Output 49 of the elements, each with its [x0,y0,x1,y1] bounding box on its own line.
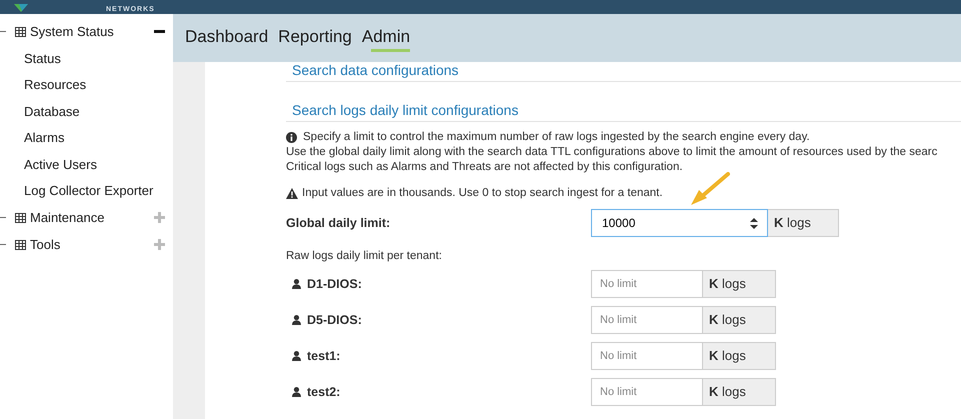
unit-label: K logs [703,378,776,406]
user-icon [292,279,301,289]
tree-line [0,217,6,220]
spinner-icon[interactable] [750,218,758,229]
tree-group-item[interactable]: Maintenance [0,204,173,231]
info-text: Specify a limit to control the maximum number of raw logs ingested by the search engine every day. [303,130,810,145]
sidebar-item[interactable]: Active Users [0,151,173,178]
warning-text: Input values are in thousands. Use 0 to stop search ingest for a tenant. [302,186,663,201]
sidebar-item[interactable]: Database [0,98,173,124]
limit-input[interactable]: No limit [591,270,703,298]
user-icon [292,387,301,397]
tenant-label: test2: [307,384,340,401]
field-label: Global daily limit: [286,214,392,232]
tree-line [0,31,6,34]
section-heading: Search logs daily limit configurations [286,102,961,122]
tenant-label: D5-DIOS: [307,312,362,329]
number-input[interactable]: 10000 [591,209,768,237]
nav-tab[interactable]: Reporting [278,24,352,52]
user-icon [292,315,301,325]
subheading: Raw logs daily limit per tenant: [286,249,443,264]
tenant-label: test1: [307,348,340,365]
grid-icon [15,212,26,222]
info-icon [286,132,297,143]
limit-input[interactable]: No limit [591,378,703,406]
tree-line [0,244,6,246]
section-heading: Search data configurations [286,62,961,82]
logo-icon [14,4,28,12]
tree-group-item[interactable]: Tools [0,231,173,258]
info-text: Critical logs such as Alarms and Threats are not affected by this configuration. [286,160,683,175]
grid-icon [15,240,26,250]
unit-label: K logs [703,306,776,334]
grid-icon [15,26,26,36]
nav-tab[interactable]: Dashboard [185,24,268,52]
user-icon [292,351,301,361]
sidebar-item[interactable]: Alarms [0,124,173,151]
annotation-arrow [690,172,730,206]
unit-label: K logs [703,342,776,370]
sidebar-item[interactable]: Status [0,45,173,72]
unit-label: K logs [703,270,776,298]
tenant-label: D1-DIOS: [307,276,362,293]
limit-input[interactable]: No limit [591,342,703,370]
info-text: Use the global daily limit along with the search data TTL configurations above to limit the amount of resources used by the searc [286,145,938,160]
sidebar-item[interactable]: Log Collector Exporter [0,178,173,204]
limit-input[interactable]: No limit [591,306,703,334]
nav-tab[interactable]: Admin [362,24,410,52]
unit-label: K logs [768,209,839,237]
warning-icon [286,188,298,199]
sidebar-item[interactable]: Resources [0,72,173,98]
tree-group-item[interactable]: System Status [0,18,173,45]
